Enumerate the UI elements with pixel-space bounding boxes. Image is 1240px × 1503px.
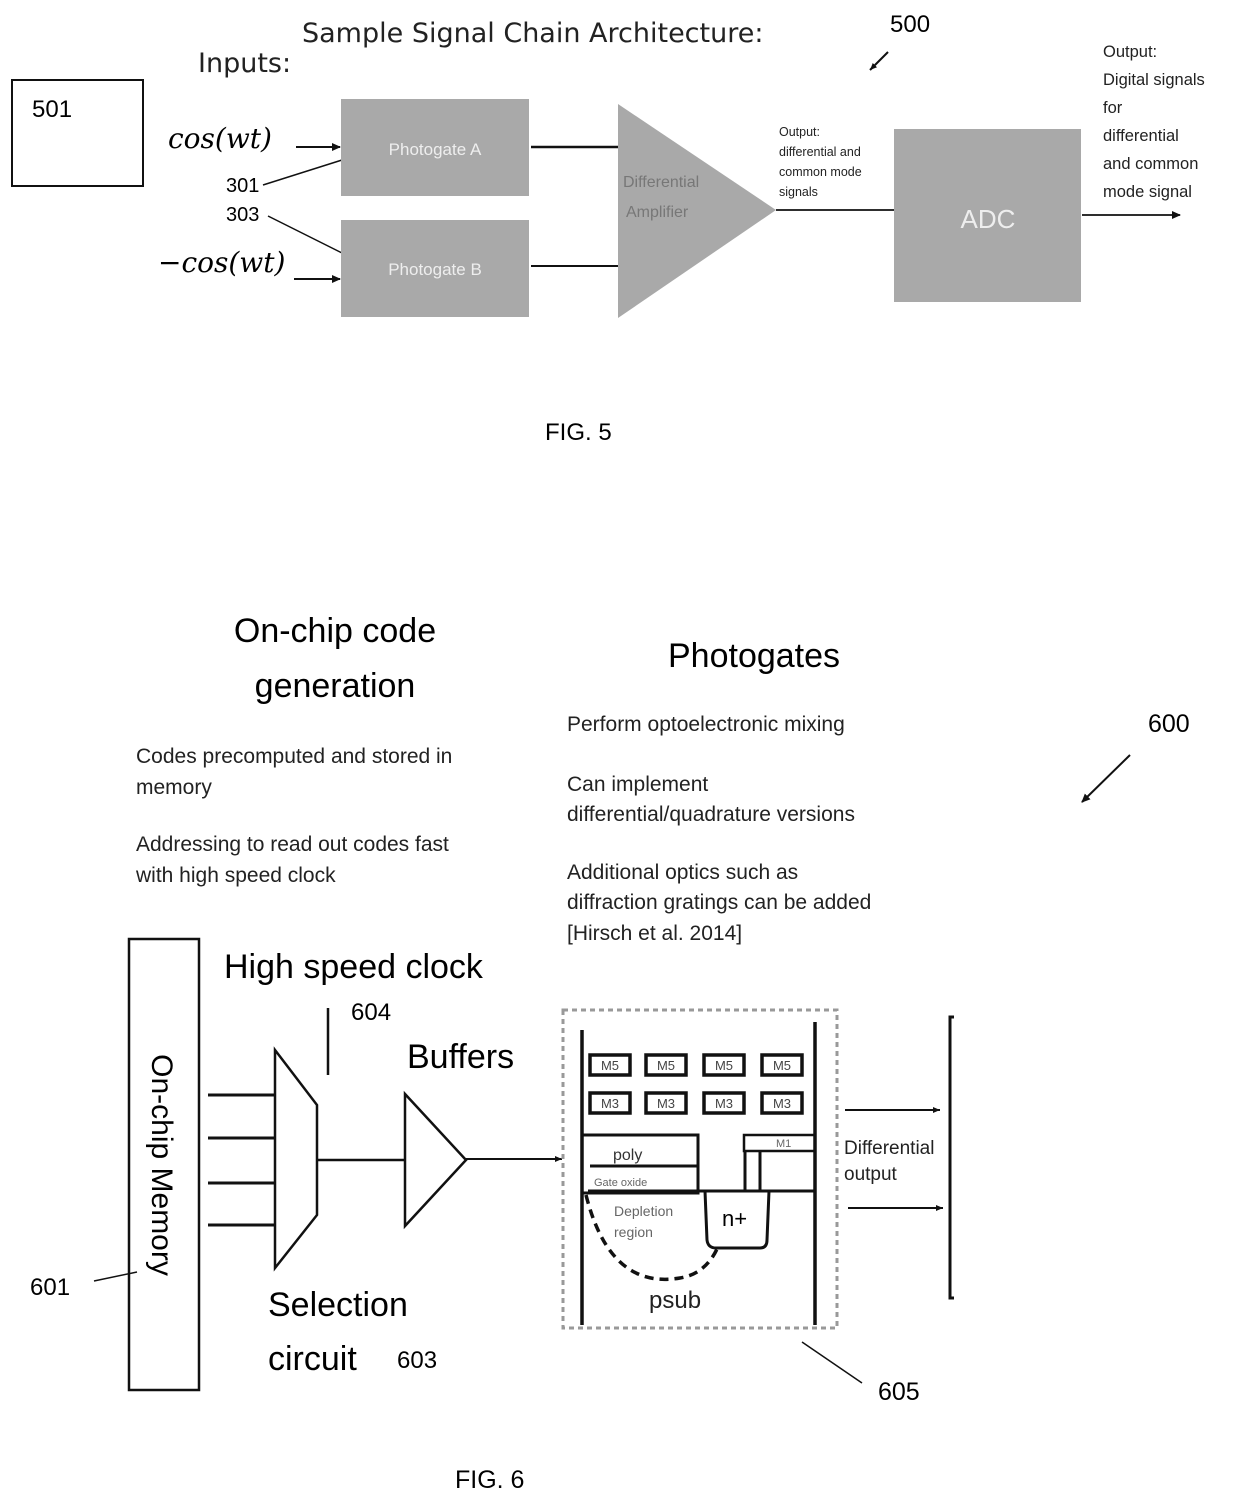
ref-301-leader	[262, 159, 343, 186]
final-output-line: Digital signals	[1103, 71, 1205, 89]
ref-303: 303	[226, 204, 259, 226]
ref-601: 601	[30, 1274, 70, 1301]
ref-604: 604	[351, 999, 391, 1026]
patent-figures-canvas: Sample Signal Chain Architecture: 500 In…	[11, 11, 1205, 1494]
adc-label: ADC	[961, 204, 1016, 234]
photogate-b-label: Photogate B	[388, 260, 482, 279]
metal-block-label: M3	[773, 1096, 791, 1111]
code-gen-point-line: Addressing to read out codes fast	[136, 833, 449, 856]
selection-label-2: circuit	[268, 1340, 357, 1378]
metal-block-label: M5	[657, 1058, 675, 1073]
amp-output-line: signals	[779, 185, 818, 199]
ref-605-leader	[801, 1341, 863, 1384]
metal-block-label: M3	[657, 1096, 675, 1111]
final-output-line: and common	[1103, 155, 1198, 173]
code-gen-point-line: memory	[136, 776, 212, 799]
photogates-point-line: Additional optics such as	[567, 861, 798, 884]
amp-output-label: Output: differential and common mode sig…	[779, 125, 862, 199]
amp-output-line: Output:	[779, 125, 820, 139]
selection-label-1: Selection	[268, 1286, 408, 1324]
n-plus-label: n+	[722, 1206, 747, 1231]
ref-603: 603	[397, 1347, 437, 1374]
photogates-title: Photogates	[668, 637, 840, 675]
final-output-line: differential	[1103, 127, 1179, 145]
code-gen-title-2: generation	[255, 667, 416, 705]
metal-block-label: M3	[601, 1096, 619, 1111]
photogates-point-line: diffraction gratings can be added	[567, 891, 871, 914]
input-neg-cos: −cos(wt)	[158, 246, 285, 279]
final-output-line: for	[1103, 99, 1123, 117]
code-gen-point-line: with high speed clock	[135, 864, 336, 887]
depletion-label-1: Depletion	[614, 1203, 673, 1219]
amp-output-line: differential and	[779, 145, 861, 159]
ref-601-leader	[93, 1271, 138, 1282]
code-gen-points: Codes precomputed and stored in memory A…	[135, 745, 452, 887]
fig5-caption: FIG. 5	[545, 419, 612, 446]
photogates-points: Perform optoelectronic mixing Can implem…	[567, 713, 871, 945]
fig6-caption: FIG. 6	[455, 1466, 524, 1494]
photogates-point-line: [Hirsch et al. 2014]	[567, 922, 742, 945]
final-output-line: mode signal	[1103, 183, 1192, 201]
metal-block-label: M5	[773, 1058, 791, 1073]
diff-output-label-2: output	[844, 1164, 898, 1185]
fig6-diagram: On-chip code generation Codes precompute…	[30, 612, 1190, 1494]
fig5-title: Sample Signal Chain Architecture:	[302, 18, 763, 49]
poly-label: poly	[613, 1147, 642, 1164]
output-bracket	[948, 1015, 954, 1300]
ref-605: 605	[878, 1378, 920, 1406]
memory-label: On-chip Memory	[145, 1054, 178, 1276]
photogates-point-line: differential/quadrature versions	[567, 803, 855, 826]
metal-block-label: M3	[715, 1096, 733, 1111]
buffers-label: Buffers	[407, 1038, 514, 1076]
depletion-label-2: region	[614, 1224, 653, 1240]
ref-500: 500	[890, 11, 930, 38]
photogates-point-line: Can implement	[567, 773, 708, 796]
amp-label-2: Amplifier	[626, 204, 689, 221]
metal-block-label: M5	[715, 1058, 733, 1073]
ref-500-arrow-icon	[869, 51, 889, 71]
gate-oxide-label: Gate oxide	[594, 1177, 647, 1189]
photogate-a-label: Photogate A	[389, 140, 482, 159]
code-gen-title-1: On-chip code	[234, 612, 436, 650]
metal-layers: M5 M5 M5 M5 M3 M3 M3 M3	[588, 1053, 804, 1115]
final-output-label: Output: Digital signals for differential…	[1103, 43, 1205, 201]
memory-bus-lines	[208, 1093, 275, 1227]
ref-600: 600	[1148, 710, 1190, 738]
amp-label-1: Differential	[623, 174, 699, 191]
metal-block-label: M5	[601, 1058, 619, 1073]
selection-circuit-mux-icon	[273, 1046, 319, 1272]
photogates-point-line: Perform optoelectronic mixing	[567, 713, 845, 736]
input-cos: cos(wt)	[168, 122, 272, 155]
m1-label: M1	[776, 1138, 791, 1150]
buffer-icon	[403, 1090, 468, 1230]
amp-output-line: common mode	[779, 165, 862, 179]
box-501-label: 501	[32, 96, 72, 123]
final-output-line: Output:	[1103, 43, 1157, 61]
code-gen-point-line: Codes precomputed and stored in	[136, 745, 452, 768]
ref-301: 301	[226, 175, 259, 197]
psub-label: psub	[649, 1287, 701, 1314]
high-speed-clock-label: High speed clock	[224, 948, 484, 986]
diff-output-label-1: Differential	[844, 1138, 934, 1159]
inputs-label: Inputs:	[198, 48, 291, 79]
ref-600-arrow-icon	[1081, 754, 1131, 803]
fig5-diagram: Sample Signal Chain Architecture: 500 In…	[11, 11, 1205, 446]
